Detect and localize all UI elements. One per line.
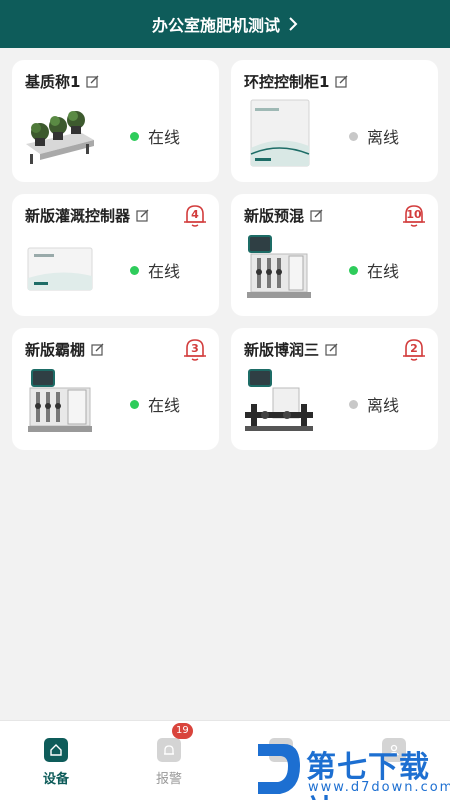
device-image-control-cabinet <box>243 98 315 170</box>
device-status: 在线 <box>367 262 400 281</box>
tab-devices[interactable]: 设备 <box>26 738 86 787</box>
alarm-bell-icon[interactable]: 2 <box>401 336 427 362</box>
home-icon <box>44 738 68 762</box>
offline-status-dot <box>349 131 358 141</box>
edit-icon[interactable] <box>335 75 348 88</box>
edit-icon[interactable] <box>91 343 104 356</box>
edit-icon[interactable] <box>136 209 149 222</box>
device-card[interactable]: 新版灌溉控制器 4 在线 <box>12 194 219 316</box>
alarm-count: 4 <box>191 208 199 221</box>
device-name: 基质称1 <box>25 73 81 91</box>
alarm-bell-icon[interactable]: 4 <box>182 202 208 228</box>
online-status-dot <box>349 265 358 275</box>
device-status: 在线 <box>148 128 181 147</box>
header-bar[interactable]: 办公室施肥机测试 <box>0 0 450 48</box>
alarm-count: 2 <box>410 342 418 355</box>
device-card[interactable]: 基质称1 在线 <box>12 60 219 182</box>
watermark-logo: 第七下载站 www.d7down.com <box>254 736 450 800</box>
device-card[interactable]: 新版预混 10 在线 <box>231 194 438 316</box>
d7-logo-icon <box>258 744 300 794</box>
device-image-plant-tray <box>24 98 96 170</box>
edit-icon[interactable] <box>310 209 323 222</box>
device-card[interactable]: 环控控制柜1 离线 <box>231 60 438 182</box>
device-name: 环控控制柜1 <box>244 73 330 91</box>
device-name: 新版博润三 <box>244 341 320 359</box>
online-status-dot <box>130 131 139 141</box>
device-grid: 基质称1 在线 环控控制柜1 离线 新版灌溉控制器 4 在线 新版预混 10 在… <box>12 60 438 450</box>
device-name: 新版霸棚 <box>25 341 86 359</box>
alarm-bell-icon[interactable]: 3 <box>182 336 208 362</box>
device-image-irrigation-controller <box>24 232 96 304</box>
page-title: 办公室施肥机测试 <box>151 16 280 35</box>
device-name: 新版灌溉控制器 <box>25 207 131 225</box>
device-image-pipe-unit <box>243 366 315 438</box>
device-status: 在线 <box>148 396 181 415</box>
edit-icon[interactable] <box>325 343 338 356</box>
alarm-bell-icon[interactable]: 10 <box>401 202 427 228</box>
watermark-url: www.d7down.com <box>308 780 450 795</box>
alarm-count: 3 <box>191 342 199 355</box>
device-name: 新版预混 <box>244 207 305 225</box>
bell-icon <box>157 738 181 762</box>
edit-icon[interactable] <box>86 75 99 88</box>
device-status: 在线 <box>148 262 181 281</box>
online-status-dot <box>130 265 139 275</box>
tab-label: 设备 <box>42 772 69 787</box>
alarm-count: 10 <box>406 208 422 221</box>
chevron-right-icon <box>288 17 298 31</box>
tab-alarms[interactable]: 报警 <box>139 738 199 787</box>
offline-status-dot <box>349 399 358 409</box>
online-status-dot <box>130 399 139 409</box>
device-image-premix-machine <box>243 232 315 304</box>
device-status: 离线 <box>367 128 400 147</box>
device-image-fertigation-machine <box>24 366 96 438</box>
alarm-count-badge: 19 <box>172 723 193 739</box>
device-card[interactable]: 新版霸棚 3 在线 <box>12 328 219 450</box>
device-card[interactable]: 新版博润三 2 离线 <box>231 328 438 450</box>
tab-label: 报警 <box>155 772 182 787</box>
device-status: 离线 <box>367 396 400 415</box>
